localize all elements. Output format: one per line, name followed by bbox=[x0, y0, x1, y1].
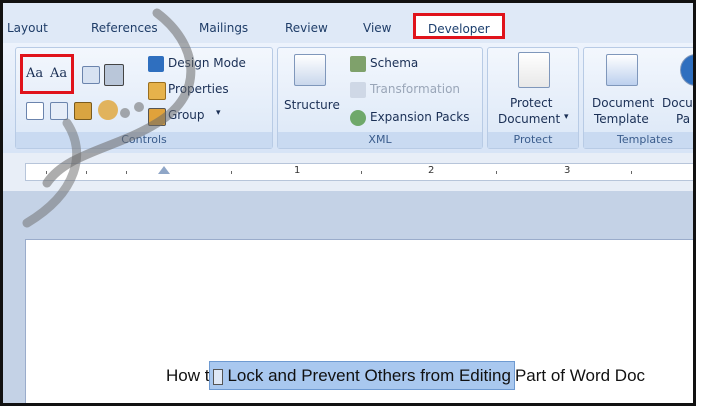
text-before-control: How t bbox=[166, 366, 210, 385]
tab-developer[interactable]: Developer bbox=[413, 13, 505, 39]
ribbon: Aa Aa Design Mode Properties Group ▾ Con… bbox=[3, 43, 693, 154]
ruler-tick bbox=[361, 171, 362, 174]
document-template-label-line1[interactable]: Document bbox=[592, 96, 654, 110]
ruler-tick bbox=[631, 171, 632, 174]
group-icon bbox=[148, 108, 166, 126]
document-line: How t Lock and Prevent Others from Editin… bbox=[166, 361, 646, 390]
tab-references[interactable]: References bbox=[91, 21, 158, 35]
document-panel-label-line1[interactable]: Docu bbox=[662, 96, 693, 110]
protect-dropdown-chevron-icon[interactable]: ▾ bbox=[564, 112, 569, 122]
content-control-handle-icon[interactable] bbox=[213, 368, 224, 385]
controls-group-label: Controls bbox=[16, 132, 272, 148]
text-after-control: Part of Word Doc bbox=[514, 366, 646, 385]
ruler-tick bbox=[86, 171, 87, 174]
controls-group: Aa Aa Design Mode Properties Group ▾ Con… bbox=[15, 47, 273, 149]
content-control-text[interactable]: Lock and Prevent Others from Editing bbox=[227, 366, 510, 385]
protect-group: Protect Document ▾ Protect bbox=[487, 47, 579, 149]
structure-icon bbox=[294, 54, 326, 86]
building-block-gallery-icon[interactable] bbox=[104, 64, 124, 86]
xml-group-label: XML bbox=[278, 132, 482, 148]
ruler-tick bbox=[496, 171, 497, 174]
legacy-tools-icon[interactable] bbox=[74, 102, 92, 120]
protect-document-label-line2[interactable]: Document bbox=[498, 112, 560, 126]
transformation-button: Transformation bbox=[370, 82, 461, 96]
indent-marker-icon[interactable] bbox=[158, 166, 170, 174]
ribbon-tab-bar: Layout References Mailings Review View D… bbox=[3, 3, 693, 43]
group-button[interactable]: Group bbox=[168, 108, 205, 122]
ruler-tick bbox=[231, 171, 232, 174]
properties-icon bbox=[148, 82, 166, 100]
combo-box-icon[interactable] bbox=[82, 66, 100, 84]
date-picker-icon[interactable] bbox=[50, 102, 68, 120]
protect-group-label: Protect bbox=[488, 132, 578, 148]
design-mode-button[interactable]: Design Mode bbox=[168, 56, 246, 70]
tab-mailings[interactable]: Mailings bbox=[199, 21, 248, 35]
expansion-packs-button[interactable]: Expansion Packs bbox=[370, 110, 469, 124]
ruler-tick bbox=[46, 171, 47, 174]
controls-highlight-box bbox=[20, 54, 74, 94]
document-template-icon bbox=[606, 54, 638, 86]
group-dropdown-chevron-icon[interactable]: ▾ bbox=[216, 108, 221, 118]
expansion-packs-icon bbox=[350, 110, 366, 126]
protect-document-lock-icon bbox=[518, 52, 550, 88]
templates-group-label: Templates bbox=[584, 132, 693, 148]
document-template-label-line2[interactable]: Template bbox=[594, 112, 649, 126]
tab-review[interactable]: Review bbox=[285, 21, 328, 35]
protect-document-label-line1[interactable]: Protect bbox=[510, 96, 552, 110]
horizontal-ruler[interactable]: 1 2 3 bbox=[25, 163, 693, 181]
structure-button[interactable]: Structure bbox=[284, 98, 340, 112]
tab-layout[interactable]: Layout bbox=[7, 21, 48, 35]
word-window: Layout References Mailings Review View D… bbox=[0, 0, 696, 406]
ruler-tick bbox=[126, 171, 127, 174]
ruler-number-2: 2 bbox=[428, 165, 435, 176]
schema-button[interactable]: Schema bbox=[370, 56, 418, 70]
ruler-number-3: 3 bbox=[564, 165, 571, 176]
properties-button[interactable]: Properties bbox=[168, 82, 229, 96]
xml-group: Structure Schema Transformation Expansio… bbox=[277, 47, 483, 149]
document-panel-label-line2[interactable]: Pa bbox=[676, 112, 690, 126]
ruler-number-1: 1 bbox=[294, 165, 301, 176]
templates-group: Document Template Docu Pa Templates bbox=[583, 47, 693, 149]
document-panel-info-icon bbox=[680, 54, 693, 86]
content-control[interactable]: Lock and Prevent Others from Editing bbox=[209, 361, 515, 390]
tab-view[interactable]: View bbox=[363, 21, 391, 35]
design-mode-icon bbox=[148, 56, 164, 72]
ruler-bar: 1 2 3 bbox=[3, 153, 693, 191]
transformation-icon bbox=[350, 82, 366, 98]
picture-control-icon[interactable] bbox=[26, 102, 44, 120]
legacy-forms-gear-icon[interactable] bbox=[98, 100, 118, 120]
document-page[interactable]: How t Lock and Prevent Others from Editin… bbox=[25, 239, 693, 403]
schema-icon bbox=[350, 56, 366, 72]
document-area: How t Lock and Prevent Others from Editin… bbox=[3, 191, 693, 403]
